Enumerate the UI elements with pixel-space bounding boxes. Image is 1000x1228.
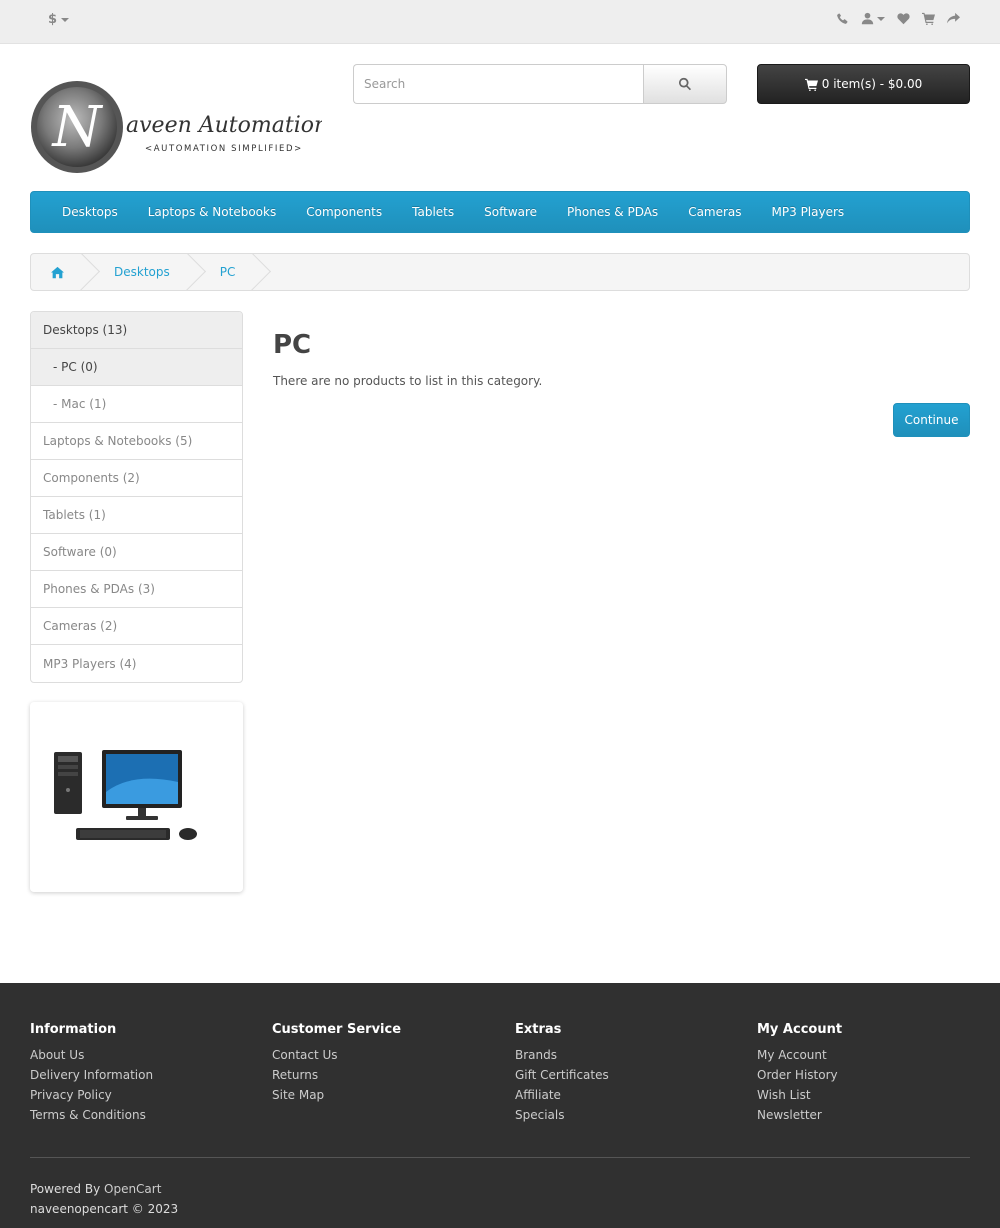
account-dropdown[interactable] bbox=[861, 12, 885, 25]
footer-link-returns[interactable]: Returns bbox=[272, 1065, 401, 1085]
footer-link-wish-list[interactable]: Wish List bbox=[757, 1085, 842, 1105]
footer-link-gift-certificates[interactable]: Gift Certificates bbox=[515, 1065, 609, 1085]
footer-heading: Information bbox=[30, 1022, 117, 1037]
category-software[interactable]: Software (0) bbox=[31, 534, 242, 571]
menu-item-mp3-players[interactable]: MP3 Players bbox=[757, 205, 860, 219]
share-icon[interactable] bbox=[947, 12, 960, 25]
search-bar bbox=[353, 64, 727, 104]
menu-item-desktops[interactable]: Desktops bbox=[47, 205, 133, 219]
footer-extras: Extras Brands Gift Certificates Affiliat… bbox=[515, 1022, 609, 1125]
search-button[interactable] bbox=[643, 64, 727, 104]
home-icon bbox=[51, 266, 64, 278]
empty-category-message: There are no products to list in this ca… bbox=[273, 374, 543, 388]
site-logo[interactable]: N aveen Automation Labs <AUTOMATION SIMP… bbox=[30, 80, 388, 176]
svg-text:N: N bbox=[51, 95, 104, 160]
footer-link-my-account[interactable]: My Account bbox=[757, 1045, 842, 1065]
search-input[interactable] bbox=[353, 64, 643, 104]
phone-icon[interactable] bbox=[836, 12, 849, 25]
footer-link-delivery-information[interactable]: Delivery Information bbox=[30, 1065, 153, 1085]
powered-by: Powered By OpenCart naveenopencart © 202… bbox=[30, 1179, 178, 1219]
footer-link-contact-us[interactable]: Contact Us bbox=[272, 1045, 401, 1065]
footer-link-about-us[interactable]: About Us bbox=[30, 1045, 153, 1065]
main-menu: Desktops Laptops & Notebooks Components … bbox=[30, 191, 970, 233]
heart-icon[interactable] bbox=[897, 12, 910, 25]
top-links bbox=[836, 12, 960, 25]
breadcrumb-home[interactable] bbox=[31, 254, 86, 290]
category-pc[interactable]: - PC (0) bbox=[31, 349, 242, 386]
footer-link-terms-conditions[interactable]: Terms & Conditions bbox=[30, 1105, 153, 1125]
breadcrumb-label: PC bbox=[219, 265, 236, 279]
breadcrumb: Desktops PC bbox=[30, 253, 970, 291]
footer-link-specials[interactable]: Specials bbox=[515, 1105, 609, 1125]
footer-link-affiliate[interactable]: Affiliate bbox=[515, 1085, 609, 1105]
menu-item-components[interactable]: Components bbox=[291, 205, 397, 219]
footer-heading: My Account bbox=[757, 1022, 843, 1037]
continue-button[interactable]: Continue bbox=[893, 403, 970, 437]
menu-item-laptops-notebooks[interactable]: Laptops & Notebooks bbox=[133, 205, 291, 219]
svg-text:<AUTOMATION SIMPLIFIED>: <AUTOMATION SIMPLIFIED> bbox=[145, 144, 303, 154]
shopping-cart-icon[interactable] bbox=[922, 12, 935, 25]
user-icon bbox=[861, 12, 874, 25]
category-mp3-players[interactable]: MP3 Players (4) bbox=[31, 645, 242, 682]
category-components[interactable]: Components (2) bbox=[31, 460, 242, 497]
footer-link-order-history[interactable]: Order History bbox=[757, 1065, 842, 1085]
cart-button[interactable]: 0 item(s) - $0.00 bbox=[757, 64, 970, 104]
footer-my-account: My Account My Account Order History Wish… bbox=[757, 1022, 842, 1125]
menu-item-tablets[interactable]: Tablets bbox=[397, 205, 469, 219]
footer-divider bbox=[30, 1157, 970, 1158]
category-laptops-notebooks[interactable]: Laptops & Notebooks (5) bbox=[31, 423, 242, 460]
breadcrumb-desktops[interactable]: Desktops bbox=[86, 254, 192, 290]
category-list: Desktops (13) - PC (0) - Mac (1) Laptops… bbox=[30, 311, 243, 683]
category-phones-pdas[interactable]: Phones & PDAs (3) bbox=[31, 571, 242, 608]
category-cameras[interactable]: Cameras (2) bbox=[31, 608, 242, 645]
chevron-down-icon bbox=[877, 16, 885, 21]
chevron-down-icon bbox=[61, 17, 70, 22]
footer-heading: Customer Service bbox=[272, 1022, 402, 1037]
powered-by-prefix: Powered By bbox=[30, 1182, 101, 1196]
category-tablets[interactable]: Tablets (1) bbox=[31, 497, 242, 534]
page-title: PC bbox=[273, 330, 312, 360]
footer-link-site-map[interactable]: Site Map bbox=[272, 1085, 401, 1105]
footer-link-newsletter[interactable]: Newsletter bbox=[757, 1105, 842, 1125]
cart-total-label: 0 item(s) - $0.00 bbox=[821, 77, 923, 91]
footer-link-privacy-policy[interactable]: Privacy Policy bbox=[30, 1085, 153, 1105]
breadcrumb-label: Desktops bbox=[114, 265, 170, 279]
banner-image[interactable] bbox=[30, 702, 243, 892]
search-icon bbox=[679, 77, 692, 91]
footer-heading: Extras bbox=[515, 1022, 562, 1037]
menu-item-software[interactable]: Software bbox=[469, 205, 552, 219]
opencart-link[interactable]: OpenCart bbox=[104, 1182, 161, 1196]
desktop-computer-illustration bbox=[53, 750, 197, 840]
shopping-cart-icon bbox=[804, 78, 818, 91]
category-desktops[interactable]: Desktops (13) bbox=[31, 312, 242, 349]
copyright-text: naveenopencart © 2023 bbox=[30, 1202, 179, 1216]
footer: Information About Us Delivery Informatio… bbox=[0, 983, 1000, 1228]
svg-text:aveen Automation Labs: aveen Automation Labs bbox=[126, 113, 322, 138]
menu-item-cameras[interactable]: Cameras bbox=[673, 205, 756, 219]
footer-customer-service: Customer Service Contact Us Returns Site… bbox=[272, 1022, 401, 1105]
currency-label: $ bbox=[48, 12, 58, 27]
menu-item-phones-pdas[interactable]: Phones & PDAs bbox=[552, 205, 673, 219]
footer-link-brands[interactable]: Brands bbox=[515, 1045, 609, 1065]
top-bar: $ bbox=[0, 0, 1000, 44]
currency-dropdown[interactable]: $ bbox=[48, 12, 70, 27]
category-mac[interactable]: - Mac (1) bbox=[31, 386, 242, 423]
footer-information: Information About Us Delivery Informatio… bbox=[30, 1022, 153, 1125]
